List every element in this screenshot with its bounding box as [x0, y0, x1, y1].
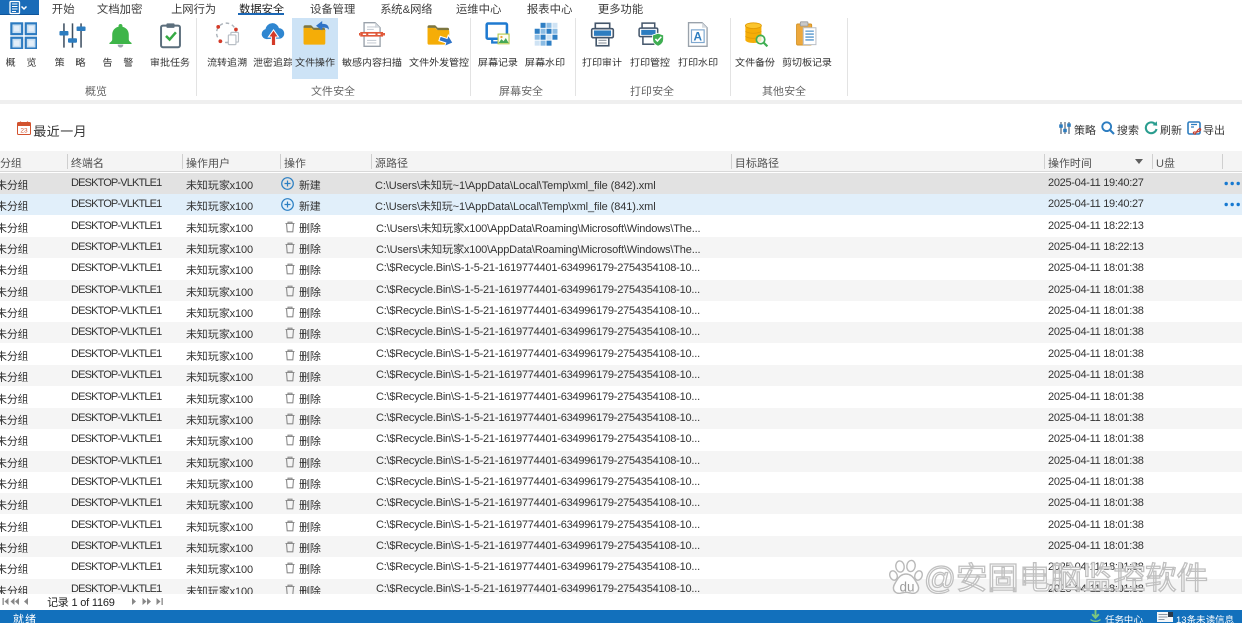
svg-text:A: A — [694, 29, 703, 43]
svg-text:23: 23 — [20, 128, 28, 135]
